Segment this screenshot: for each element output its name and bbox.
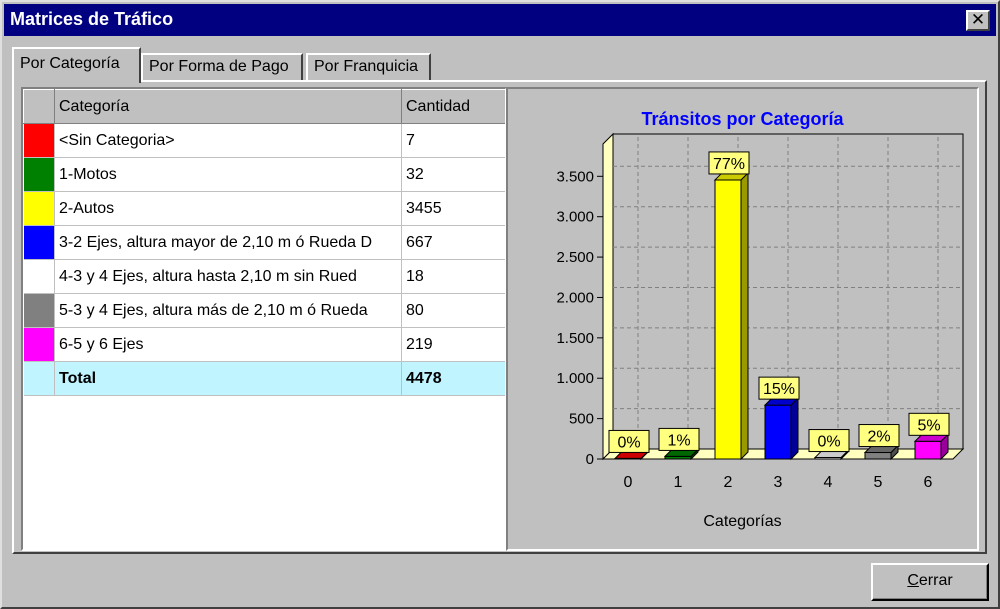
close-button-label-rest: errar (918, 572, 953, 589)
category-cell[interactable]: 5-3 y 4 Ejes, altura más de 2,10 m ó Rue… (54, 293, 402, 328)
data-label: 0% (617, 434, 640, 451)
category-cell[interactable]: 6-5 y 6 Ejes (54, 327, 402, 362)
data-label: 2% (867, 429, 890, 446)
category-cell[interactable]: 3-2 Ejes, altura mayor de 2,10 m ó Rueda… (54, 225, 402, 260)
bar (914, 440, 942, 460)
grid-header-row: Categoría Cantidad (23, 89, 505, 124)
color-swatch (23, 260, 54, 293)
bar-side (790, 396, 799, 461)
category-color-swatch (23, 259, 55, 294)
table-row[interactable]: 4-3 y 4 Ejes, altura hasta 2,10 m sin Ru… (23, 259, 505, 294)
left-wall (602, 132, 614, 461)
category-color-swatch (23, 123, 55, 158)
table-row[interactable]: 1-Motos 32 (23, 157, 505, 192)
close-button[interactable]: Cerrar (871, 563, 989, 601)
bar (764, 404, 792, 460)
y-tick-label: 3.000 (556, 209, 594, 226)
y-tick-label: 2.500 (556, 249, 594, 266)
total-label: Total (54, 361, 402, 396)
data-label: 0% (817, 434, 840, 451)
x-tick-label: 4 (824, 474, 833, 491)
color-swatch (23, 294, 54, 327)
bar (864, 452, 892, 460)
table-row[interactable]: 2-Autos 3455 (23, 191, 505, 226)
tab-panel-por-categoria: Categoría Cantidad <Sin Categoria> 7 1-Mot… (12, 80, 987, 554)
count-cell[interactable]: 667 (401, 225, 505, 260)
category-color-swatch (23, 191, 55, 226)
y-tick-label: 0 (586, 451, 594, 468)
window-title: Matrices de Tráfico (10, 9, 174, 29)
x-tick-label: 2 (724, 474, 733, 491)
category-color-swatch (23, 157, 55, 192)
category-cell[interactable]: 4-3 y 4 Ejes, altura hasta 2,10 m sin Ru… (54, 259, 402, 294)
count-cell[interactable]: 18 (401, 259, 505, 294)
data-label: 15% (763, 381, 795, 398)
category-cell[interactable]: <Sin Categoria> (54, 123, 402, 158)
column-header-categoria[interactable]: Categoría (54, 89, 402, 124)
close-icon[interactable]: ✕ (966, 10, 990, 31)
data-label: 1% (667, 432, 690, 449)
x-tick-label: 1 (674, 474, 683, 491)
color-swatch (23, 158, 54, 191)
color-swatch (23, 192, 54, 225)
table-row[interactable]: 5-3 y 4 Ejes, altura más de 2,10 m ó Rue… (23, 293, 505, 328)
x-axis-label: Categorías (703, 513, 782, 530)
bar (714, 179, 742, 460)
category-color-swatch (23, 293, 55, 328)
color-swatch (23, 226, 54, 259)
data-label: 77% (713, 156, 745, 173)
color-column-header[interactable] (23, 89, 55, 124)
x-tick-label: 3 (774, 474, 783, 491)
count-cell[interactable]: 80 (401, 293, 505, 328)
y-tick-label: 1.500 (556, 330, 594, 347)
count-cell[interactable]: 7 (401, 123, 505, 158)
title-bar[interactable]: Matrices de Tráfico ✕ (4, 4, 996, 36)
tab-por-forma-de-pago[interactable]: Por Forma de Pago (141, 53, 303, 81)
tab-por-categoria[interactable]: Por Categoría (12, 47, 141, 83)
bar-chart: 0 500 1.000 1.500 2.000 2.500 3.000 3.500 0% 0 1% 1… (556, 132, 965, 491)
y-tick-label: 2.000 (556, 289, 594, 306)
chart-panel: Tránsitos por Categoría 0 500 1.000 1.500 2.… (506, 87, 979, 551)
y-tick-label: 500 (569, 411, 594, 428)
category-color-swatch (23, 327, 55, 362)
table-row[interactable]: 6-5 y 6 Ejes 219 (23, 327, 505, 362)
total-row[interactable]: Total 4478 (23, 361, 505, 396)
category-cell[interactable]: 2-Autos (54, 191, 402, 226)
data-label: 5% (917, 417, 940, 434)
category-cell[interactable]: 1-Motos (54, 157, 402, 192)
bar-side (740, 171, 749, 461)
close-button-accel: C (907, 572, 919, 589)
count-cell[interactable]: 32 (401, 157, 505, 192)
color-swatch (23, 124, 54, 157)
y-tick-label: 1.000 (556, 370, 594, 387)
count-cell[interactable]: 3455 (401, 191, 505, 226)
tab-por-franquicia[interactable]: Por Franquicia (306, 53, 431, 81)
y-tick-label: 3.500 (556, 168, 594, 185)
column-header-cantidad[interactable]: Cantidad (401, 89, 505, 124)
x-tick-label: 0 (624, 474, 633, 491)
total-count: 4478 (401, 361, 505, 396)
total-swatch (23, 361, 55, 396)
category-color-swatch (23, 225, 55, 260)
table-row[interactable]: 3-2 Ejes, altura mayor de 2,10 m ó Rueda… (23, 225, 505, 260)
x-tick-label: 5 (874, 474, 883, 491)
x-tick-label: 6 (924, 474, 933, 491)
count-cell[interactable]: 219 (401, 327, 505, 362)
table-row[interactable]: <Sin Categoria> 7 (23, 123, 505, 158)
category-grid[interactable]: Categoría Cantidad <Sin Categoria> 7 1-Mot… (21, 87, 507, 551)
color-swatch (23, 328, 54, 361)
